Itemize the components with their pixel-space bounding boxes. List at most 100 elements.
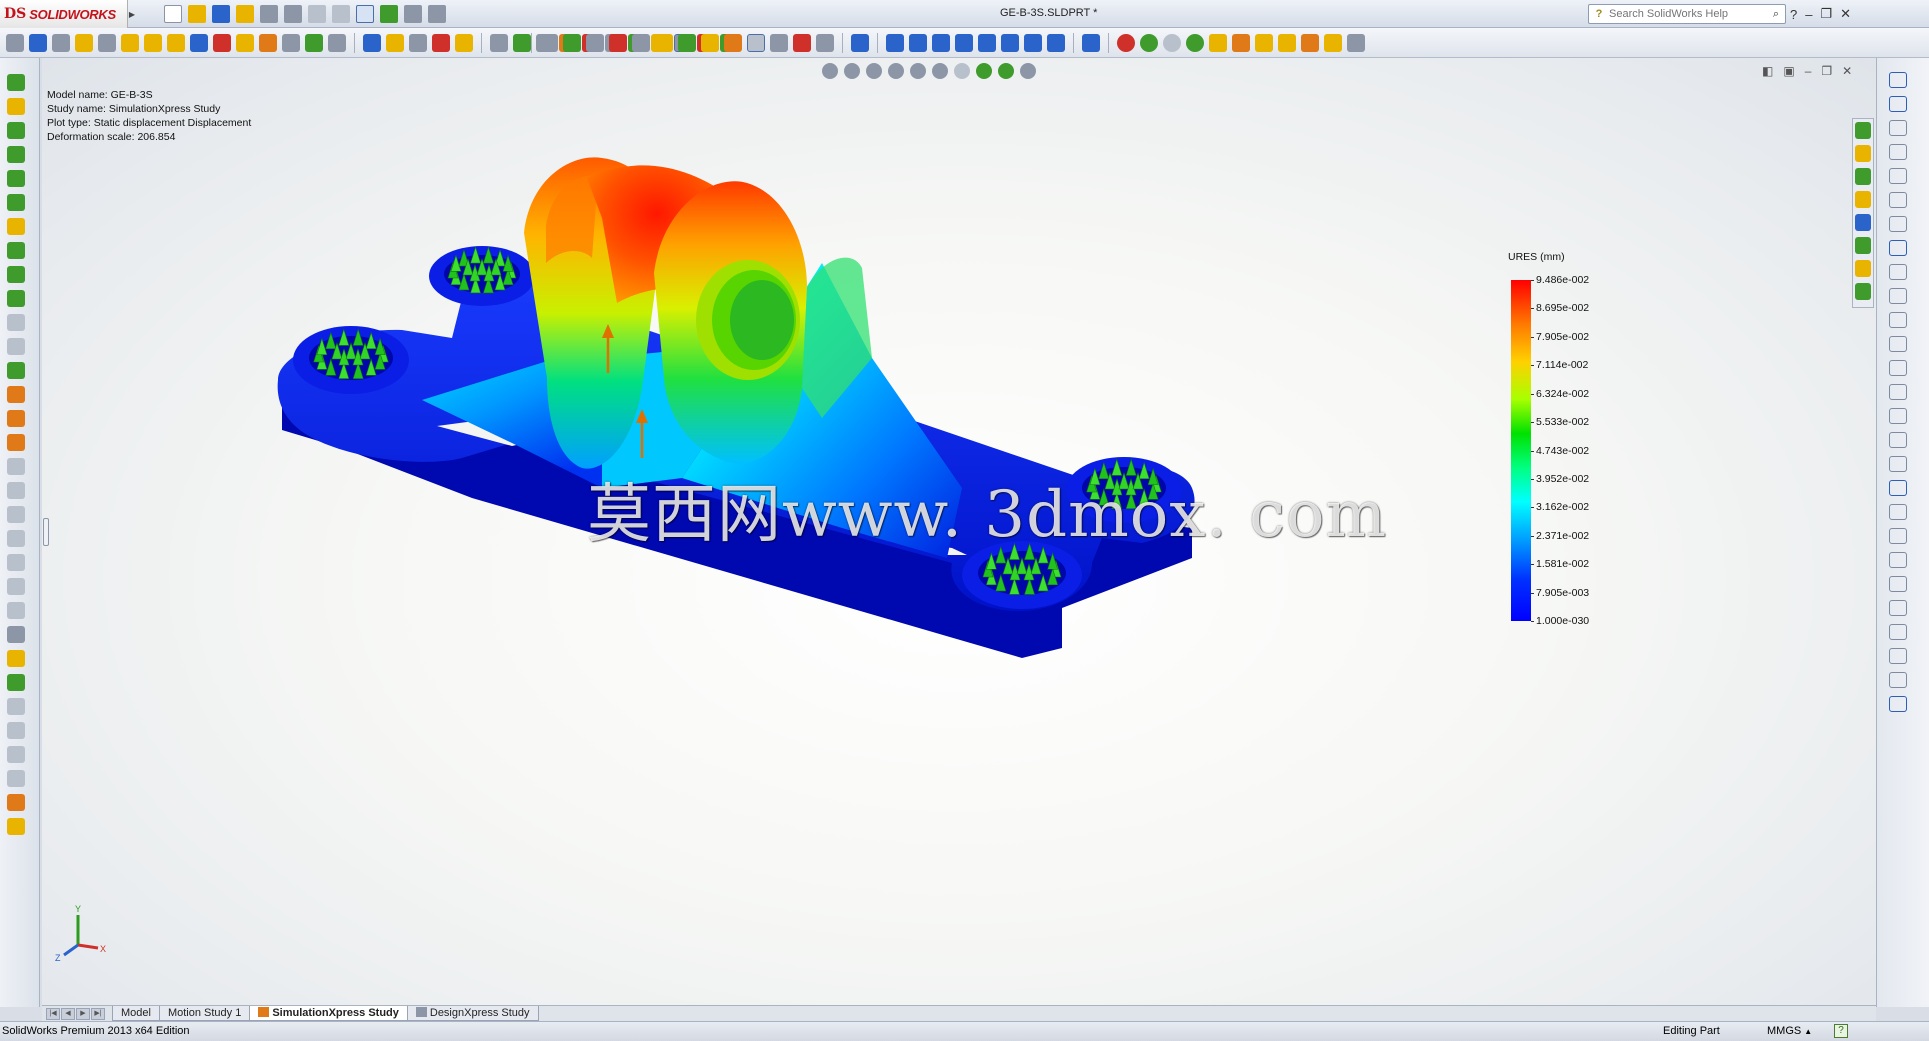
- loft-icon[interactable]: [7, 146, 25, 163]
- sketch-fillet-icon[interactable]: [1889, 288, 1907, 304]
- reference-geometry-icon[interactable]: [7, 386, 25, 403]
- floxpress-icon[interactable]: [386, 34, 404, 52]
- slot-icon[interactable]: [1889, 168, 1907, 184]
- arc-icon[interactable]: [1889, 216, 1907, 232]
- normal-to-icon[interactable]: [851, 34, 869, 52]
- repair-sketch-icon[interactable]: [1889, 624, 1907, 640]
- select-cursor-icon[interactable]: [356, 5, 374, 23]
- draft-analysis-icon[interactable]: [305, 34, 323, 52]
- driveworksxpress-icon[interactable]: [432, 34, 450, 52]
- equations-icon[interactable]: [167, 34, 185, 52]
- tab-motion-study-1[interactable]: Motion Study 1: [158, 1006, 251, 1021]
- rapid-sketch-icon[interactable]: [1889, 672, 1907, 688]
- view-dimetric-icon[interactable]: [1047, 34, 1065, 52]
- shaded-icon[interactable]: [540, 34, 558, 52]
- tab-designxpress-study[interactable]: DesignXpress Study: [406, 1006, 539, 1021]
- graphics-area[interactable]: ◧ ▣ ‒ ❐ ✕ Model name: GE-B-3S Study name…: [42, 58, 1876, 1005]
- sketch-pen-icon[interactable]: [1082, 34, 1100, 52]
- offset-entities-icon[interactable]: [1889, 504, 1907, 520]
- convert-entities-icon[interactable]: [1889, 480, 1907, 496]
- appearances-icon[interactable]: [1855, 214, 1871, 231]
- ellipse-icon[interactable]: [1889, 264, 1907, 280]
- render-region-icon[interactable]: [1278, 34, 1296, 52]
- tab-simulationxpress-study[interactable]: SimulationXpress Study: [249, 1006, 408, 1021]
- last-tab-icon[interactable]: ▶|: [91, 1008, 105, 1020]
- prev-tab-icon[interactable]: ◀: [61, 1008, 75, 1020]
- mirror-entities-icon[interactable]: [1889, 528, 1907, 544]
- simulationxpress-icon[interactable]: [363, 34, 381, 52]
- curvature-icon[interactable]: [282, 34, 300, 52]
- check-icon[interactable]: [121, 34, 139, 52]
- polygon-icon[interactable]: [1889, 312, 1907, 328]
- next-tab-icon[interactable]: ▶: [76, 1008, 90, 1020]
- rebuild-icon[interactable]: [380, 5, 398, 23]
- shell-icon[interactable]: [7, 314, 25, 331]
- rotate-icon[interactable]: [816, 34, 834, 52]
- sketch-icon[interactable]: [1889, 72, 1907, 88]
- intersect-icon[interactable]: [7, 362, 25, 379]
- display-relations-icon[interactable]: [1889, 600, 1907, 616]
- solidworks-resources-icon[interactable]: [1855, 122, 1871, 139]
- feature-icon[interactable]: [678, 34, 696, 52]
- print-preview-icon[interactable]: [284, 5, 302, 23]
- construction-line-icon[interactable]: [1889, 360, 1907, 376]
- spline-icon[interactable]: [1889, 240, 1907, 256]
- close-icon[interactable]: ✕: [1840, 6, 1851, 22]
- swept-cut-icon[interactable]: [7, 506, 25, 523]
- view-bottom-icon[interactable]: [1001, 34, 1019, 52]
- combine-icon[interactable]: [7, 770, 25, 787]
- extruded-cut-icon[interactable]: [7, 458, 25, 475]
- new-document-icon[interactable]: [164, 5, 182, 23]
- smart-dimension-icon[interactable]: [1889, 96, 1907, 112]
- custom-properties-icon[interactable]: [1855, 237, 1871, 254]
- table-icon[interactable]: [52, 34, 70, 52]
- rectangle-icon[interactable]: [1889, 144, 1907, 160]
- file-properties-icon[interactable]: [404, 5, 422, 23]
- restore-icon[interactable]: ❐: [1820, 6, 1832, 22]
- view-palette-icon[interactable]: [1855, 191, 1871, 208]
- final-render-icon[interactable]: [1255, 34, 1273, 52]
- view-isometric-icon[interactable]: [1024, 34, 1042, 52]
- dome-icon[interactable]: [7, 626, 25, 643]
- draft-icon[interactable]: [7, 290, 25, 307]
- lines-icon[interactable]: [563, 34, 581, 52]
- minimize-icon[interactable]: ‒: [1805, 7, 1812, 22]
- import-diagnostics-icon[interactable]: [213, 34, 231, 52]
- boundary-cut-icon[interactable]: [7, 554, 25, 571]
- spell-check-icon[interactable]: [6, 34, 24, 52]
- color-ball-red-icon[interactable]: [1117, 34, 1135, 52]
- hide-show-icon[interactable]: [770, 34, 788, 52]
- appearance-icon[interactable]: [724, 34, 742, 52]
- move-entities-icon[interactable]: [1889, 576, 1907, 592]
- menu-expand-arrow-icon[interactable]: ▶: [128, 0, 136, 28]
- deform-icon[interactable]: [7, 698, 25, 715]
- reference-triad[interactable]: Y X Z: [52, 903, 122, 963]
- line-icon[interactable]: [1889, 120, 1907, 136]
- options-render-icon[interactable]: [1324, 34, 1342, 52]
- freeform-icon[interactable]: [7, 674, 25, 691]
- extrude-boss-icon[interactable]: [7, 74, 25, 91]
- chamfer-icon[interactable]: [7, 218, 25, 235]
- deviation-analysis-icon[interactable]: [236, 34, 254, 52]
- grid-icon[interactable]: [586, 34, 604, 52]
- color-ball-green-icon[interactable]: [1140, 34, 1158, 52]
- decals-icon[interactable]: [1209, 34, 1227, 52]
- view-left-icon[interactable]: [932, 34, 950, 52]
- render-preview-icon[interactable]: [1232, 34, 1250, 52]
- section-view-icon[interactable]: [793, 34, 811, 52]
- display-pane-icon[interactable]: [747, 34, 765, 52]
- lights-icon[interactable]: [701, 34, 719, 52]
- lofted-cut-icon[interactable]: [7, 530, 25, 547]
- mirror-icon[interactable]: [7, 602, 25, 619]
- print-icon[interactable]: [260, 5, 278, 23]
- sweep-icon[interactable]: [7, 122, 25, 139]
- panel-splitter-handle[interactable]: [43, 518, 49, 546]
- help-menu-icon[interactable]: ?: [1790, 7, 1797, 22]
- text-tool-icon[interactable]: [1889, 384, 1907, 400]
- file-explorer-icon[interactable]: [1855, 168, 1871, 185]
- walkthrough-icon[interactable]: [1301, 34, 1319, 52]
- design-library-icon[interactable]: [1855, 145, 1871, 162]
- zebra-stripes-icon[interactable]: [259, 34, 277, 52]
- forum-icon[interactable]: [1855, 260, 1871, 277]
- hole-wizard-icon[interactable]: [7, 578, 25, 595]
